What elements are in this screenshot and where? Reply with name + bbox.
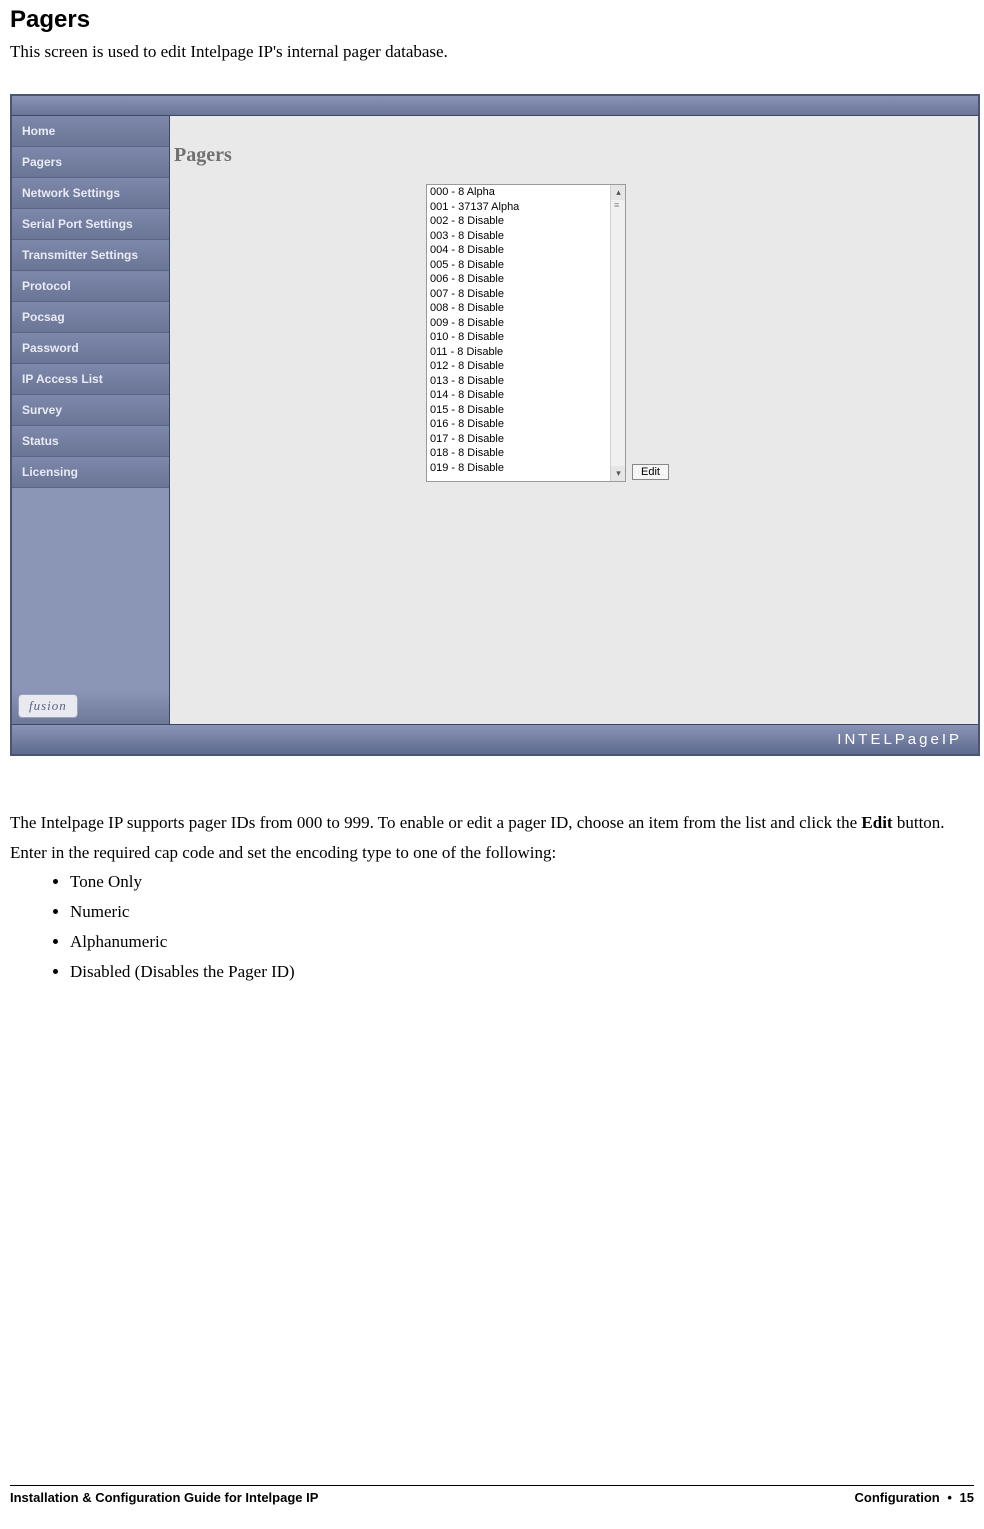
list-item[interactable]: 003 - 8 Disable [427, 229, 609, 244]
explain-p1-c: button. [893, 813, 945, 832]
encoding-type-list: Tone Only Numeric Alphanumeric Disabled … [70, 872, 974, 982]
list-item[interactable]: 006 - 8 Disable [427, 272, 609, 287]
list-item[interactable]: 001 - 37137 Alpha [427, 200, 609, 215]
explain-p1-edit-word: Edit [861, 813, 892, 832]
app-footer: INTELPageIP [12, 724, 978, 754]
sidebar-item-status[interactable]: Status [12, 426, 169, 457]
list-item: Numeric [70, 902, 974, 922]
footer-right: Configuration • 15 [855, 1490, 975, 1505]
listbox-scrollbar[interactable]: ▴ ≡ ▾ [610, 185, 625, 481]
list-item[interactable]: 019 - 8 Disable [427, 461, 609, 476]
explain-p2: Enter in the required cap code and set t… [10, 842, 974, 864]
explain-p1: The Intelpage IP supports pager IDs from… [10, 812, 974, 834]
explain-p1-a: The Intelpage IP supports pager IDs from… [10, 813, 861, 832]
sidebar-item-password[interactable]: Password [12, 333, 169, 364]
scroll-up-icon[interactable]: ▴ [611, 185, 626, 200]
footer-page-number: 15 [960, 1490, 974, 1505]
page-heading: Pagers [10, 6, 974, 34]
scroll-thumb-icon: ≡ [614, 200, 619, 210]
page-footer: Installation & Configuration Guide for I… [10, 1485, 974, 1505]
list-item[interactable]: 004 - 8 Disable [427, 243, 609, 258]
intro-text: This screen is used to edit Intelpage IP… [10, 42, 974, 62]
app-screenshot: Home Pagers Network Settings Serial Port… [10, 94, 980, 756]
sidebar-item-licensing[interactable]: Licensing [12, 457, 169, 488]
list-item[interactable]: 002 - 8 Disable [427, 214, 609, 229]
list-item[interactable]: 007 - 8 Disable [427, 287, 609, 302]
list-item[interactable]: 015 - 8 Disable [427, 403, 609, 418]
pager-listbox[interactable]: 000 - 8 Alpha 001 - 37137 Alpha 002 - 8 … [426, 184, 626, 482]
list-item: Tone Only [70, 872, 974, 892]
list-item[interactable]: 008 - 8 Disable [427, 301, 609, 316]
list-item: Disabled (Disables the Pager ID) [70, 962, 974, 982]
footer-section: Configuration [855, 1490, 940, 1505]
list-item[interactable]: 016 - 8 Disable [427, 417, 609, 432]
list-item[interactable]: 011 - 8 Disable [427, 345, 609, 360]
list-item: Alphanumeric [70, 932, 974, 952]
footer-left: Installation & Configuration Guide for I… [10, 1490, 318, 1505]
sidebar-item-pagers[interactable]: Pagers [12, 147, 169, 178]
list-item[interactable]: 010 - 8 Disable [427, 330, 609, 345]
list-item[interactable]: 018 - 8 Disable [427, 446, 609, 461]
sidebar-logo: fusion [12, 690, 169, 724]
sidebar-item-serial-port-settings[interactable]: Serial Port Settings [12, 209, 169, 240]
list-item[interactable]: 000 - 8 Alpha [427, 185, 609, 200]
app-footer-brand: INTELPageIP [837, 731, 962, 748]
sidebar-item-network-settings[interactable]: Network Settings [12, 178, 169, 209]
sidebar-item-transmitter-settings[interactable]: Transmitter Settings [12, 240, 169, 271]
list-item[interactable]: 012 - 8 Disable [427, 359, 609, 374]
sidebar-item-protocol[interactable]: Protocol [12, 271, 169, 302]
footer-divider [10, 1485, 974, 1486]
sidebar-item-home[interactable]: Home [12, 116, 169, 147]
list-item[interactable]: 014 - 8 Disable [427, 388, 609, 403]
main-title: Pagers [170, 116, 978, 167]
sidebar-item-ip-access-list[interactable]: IP Access List [12, 364, 169, 395]
list-item[interactable]: 017 - 8 Disable [427, 432, 609, 447]
footer-dot-icon: • [943, 1490, 956, 1505]
list-item[interactable]: 009 - 8 Disable [427, 316, 609, 331]
app-topbar [12, 96, 978, 116]
scroll-down-icon[interactable]: ▾ [611, 466, 626, 481]
explanation-block: The Intelpage IP supports pager IDs from… [10, 812, 974, 982]
edit-button[interactable]: Edit [632, 464, 669, 480]
sidebar-item-pocsag[interactable]: Pocsag [12, 302, 169, 333]
scroll-track[interactable]: ≡ [611, 200, 625, 466]
main-panel: Pagers 000 - 8 Alpha 001 - 37137 Alpha 0… [170, 116, 978, 724]
list-item[interactable]: 005 - 8 Disable [427, 258, 609, 273]
sidebar: Home Pagers Network Settings Serial Port… [12, 116, 170, 724]
sidebar-logo-text: fusion [18, 694, 78, 718]
sidebar-item-survey[interactable]: Survey [12, 395, 169, 426]
sidebar-spacer [12, 488, 169, 690]
list-item[interactable]: 013 - 8 Disable [427, 374, 609, 389]
